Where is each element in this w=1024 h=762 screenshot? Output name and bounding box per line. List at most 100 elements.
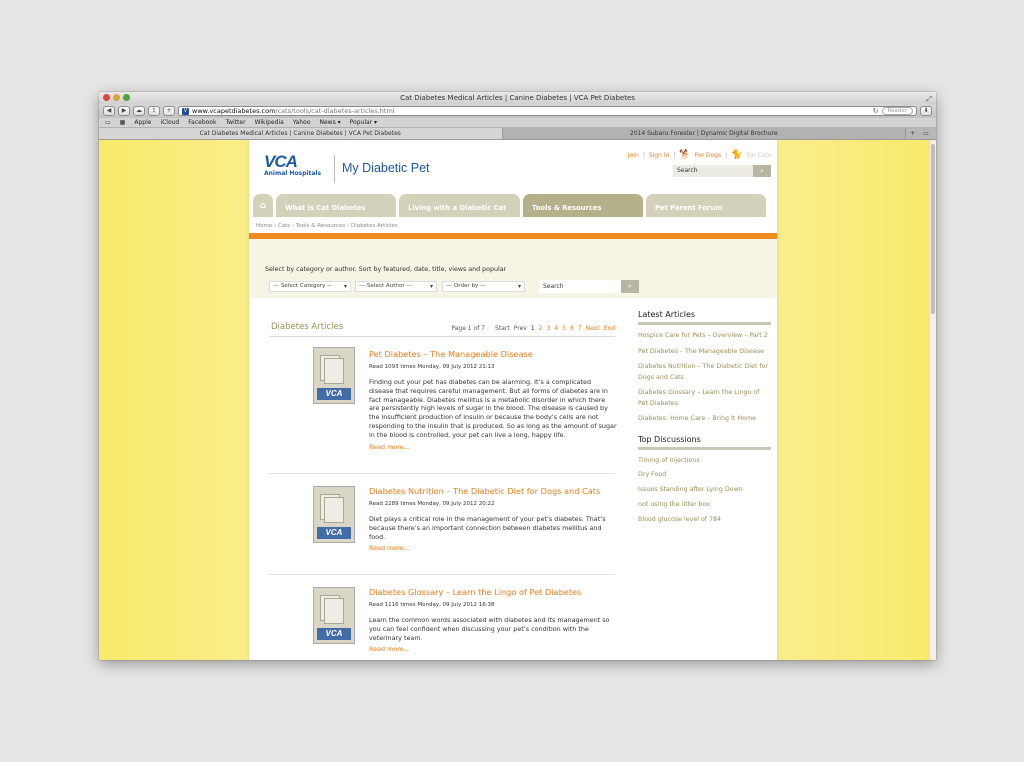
chevron-down-icon: ▾ — [343, 283, 347, 290]
tab-vca[interactable]: Cat Diabetes Medical Articles | Canine D… — [99, 128, 503, 139]
read-more-link[interactable]: Read more... — [369, 544, 617, 552]
join-link[interactable]: Join — [628, 152, 639, 159]
bookmark-popular[interactable]: Popular ▾ — [350, 119, 377, 126]
read-more-link[interactable]: Read more... — [369, 443, 617, 451]
bookmark-news[interactable]: News ▾ — [320, 119, 341, 126]
discussion-link[interactable]: Issues Standing after Lying Down — [638, 485, 771, 496]
close-window-button[interactable] — [103, 94, 110, 101]
tab-tools-resources[interactable]: Tools & Resources — [523, 194, 643, 217]
downloads-icon[interactable]: ⬇ — [920, 106, 932, 116]
article-thumbnail[interactable]: VCA — [313, 347, 355, 404]
top-discussions-heading: Top Discussions — [638, 435, 771, 450]
article-title[interactable]: Pet Diabetes – The Manageable Disease — [369, 349, 617, 360]
filter-search-input[interactable]: Search — [539, 280, 621, 293]
minimize-window-button[interactable] — [113, 94, 120, 101]
article-item: VCA Diabetes Glossary – Learn the Lingo … — [269, 575, 615, 660]
search-icon[interactable]: ⌕ — [621, 280, 639, 293]
fullscreen-icon[interactable]: ⤢ — [926, 93, 932, 105]
reading-list-icon[interactable]: ▭ — [105, 119, 111, 126]
article-thumbnail[interactable]: VCA — [313, 486, 355, 543]
pager-page[interactable]: 5 — [562, 325, 566, 332]
vca-label: VCA — [317, 388, 351, 400]
home-icon[interactable]: ⌂ — [253, 194, 273, 217]
article-body: Diabetes Glossary – Learn the Lingo of P… — [369, 587, 617, 653]
author-select[interactable]: --- Select Author --- ▾ — [355, 281, 437, 292]
address-bar[interactable]: V www.vcapetdiabetes.com/cats/tools/cat-… — [178, 106, 917, 116]
top-sites-icon[interactable]: ▦ — [120, 119, 126, 126]
zoom-window-button[interactable] — [123, 94, 130, 101]
signin-link[interactable]: Sign in — [649, 152, 669, 159]
pager-page[interactable]: 4 — [554, 325, 558, 332]
reader-button[interactable]: Reader — [881, 107, 913, 115]
bookmark-yahoo[interactable]: Yahoo — [293, 119, 311, 126]
latest-article-link[interactable]: Diabetes Nutrition – The Diabetic Diet f… — [638, 362, 771, 383]
icloud-tabs-icon[interactable]: ☁ — [133, 106, 145, 116]
search-icon[interactable]: ⌕ — [753, 165, 771, 177]
latest-article-link[interactable]: Diabetes: Home Care – Bring It Home — [638, 414, 771, 425]
share-icon[interactable]: ⇪ — [148, 106, 160, 116]
tab-subaru[interactable]: 2014 Subaru Forester | Dynamic Digital B… — [502, 128, 906, 139]
bookmark-twitter[interactable]: Twitter — [225, 119, 245, 126]
discussion-link[interactable]: Blood glucose level of 784 — [638, 515, 771, 526]
bookmark-facebook[interactable]: Facebook — [188, 119, 216, 126]
tab-pet-parent-forum[interactable]: Pet Parent Forum — [646, 194, 766, 217]
pager-start[interactable]: Start — [495, 325, 510, 332]
article-title[interactable]: Diabetes Nutrition – The Diabetic Diet f… — [369, 486, 617, 497]
forward-button[interactable]: ▶ — [118, 106, 130, 116]
pager-page[interactable]: 6 — [570, 325, 574, 332]
article-title[interactable]: Diabetes Glossary – Learn the Lingo of P… — [369, 587, 617, 598]
scrollbar-thumb[interactable] — [931, 144, 935, 314]
header-search-input[interactable]: Search — [673, 165, 753, 177]
reload-icon[interactable]: ↻ — [873, 107, 879, 115]
pager-page[interactable]: 2 — [539, 325, 543, 332]
discussion-link[interactable]: not using the litter box — [638, 500, 771, 511]
cat-icon: 🐈 — [731, 150, 743, 160]
articles-heading: Diabetes Articles — [271, 322, 344, 332]
author-select-value: --- Select Author --- — [359, 283, 413, 289]
new-tab-icon[interactable]: + ▭ — [906, 128, 936, 139]
discussion-link[interactable]: Timing of Injections — [638, 456, 771, 467]
article-thumbnail[interactable]: VCA — [313, 587, 355, 644]
bookmark-icloud[interactable]: iCloud — [160, 119, 179, 126]
documents-icon — [320, 355, 348, 385]
article-meta: Read 2289 times Monday, 09 July 2012 20:… — [369, 501, 495, 507]
top-links: Join | Sign in | 🐕 For Dogs | 🐈 For Cats — [628, 150, 771, 160]
url-domain: www.vcapetdiabetes.com — [192, 107, 276, 115]
article-body: Pet Diabetes – The Manageable Disease Re… — [369, 349, 617, 451]
web-viewport: VCA Animal Hospitals My Diabetic Pet Joi… — [99, 140, 936, 660]
category-select-value: --- Select Category -- — [273, 283, 332, 289]
tab-living-with-diabetic-cat[interactable]: Living with a Diabetic Cat — [399, 194, 520, 217]
pagination: Page 1 of 7 Start Prev 1 2 3 4 5 6 7 Nex… — [451, 325, 615, 332]
article-excerpt: Finding out your pet has diabetes can be… — [369, 378, 617, 439]
filter-panel: Select by category or author. Sort by fe… — [249, 239, 777, 298]
for-cats-link[interactable]: For Cats — [746, 152, 771, 159]
breadcrumb[interactable]: Home › Cats › Tools & Resources › Diabet… — [256, 223, 398, 229]
add-bookmark-icon[interactable]: + — [163, 106, 175, 116]
for-dogs-link[interactable]: For Dogs — [695, 152, 722, 159]
vca-label: VCA — [317, 527, 351, 539]
article-meta: Read 1116 times Monday, 09 July 2012 16:… — [369, 602, 495, 608]
link-separator: | — [673, 151, 676, 159]
latest-article-link[interactable]: Hospice Care for Pets – Overview – Part … — [638, 331, 771, 342]
category-select[interactable]: --- Select Category -- ▾ — [269, 281, 351, 292]
pager-page[interactable]: 7 — [578, 325, 582, 332]
back-button[interactable]: ◀ — [103, 106, 115, 116]
vertical-scrollbar[interactable] — [929, 140, 936, 660]
pager-page[interactable]: 3 — [546, 325, 550, 332]
pager-prev[interactable]: Prev — [514, 325, 527, 332]
latest-article-link[interactable]: Diabetes Glossary – Learn the Lingo of P… — [638, 388, 771, 409]
tab-what-is-cat-diabetes[interactable]: What is Cat Diabetes — [276, 194, 396, 217]
pager-next[interactable]: Next — [586, 325, 600, 332]
order-select[interactable]: --- Order by --- ▾ — [442, 281, 525, 292]
link-separator: | — [642, 151, 645, 159]
web-page: VCA Animal Hospitals My Diabetic Pet Joi… — [249, 140, 777, 660]
vca-logo[interactable]: VCA Animal Hospitals — [264, 153, 332, 182]
pager-end[interactable]: End — [604, 325, 615, 332]
bookmark-wikipedia[interactable]: Wikipedia — [255, 119, 284, 126]
latest-article-link[interactable]: Pet Diabetes – The Manageable Disease — [638, 347, 771, 358]
bookmark-apple[interactable]: Apple — [134, 119, 151, 126]
discussion-link[interactable]: Dry Food — [638, 470, 771, 481]
site-favicon-icon: V — [182, 107, 189, 115]
browser-toolbar: ◀ ▶ ☁ ⇪ + V www.vcapetdiabetes.com/cats/… — [99, 104, 936, 118]
read-more-link[interactable]: Read more... — [369, 645, 617, 653]
